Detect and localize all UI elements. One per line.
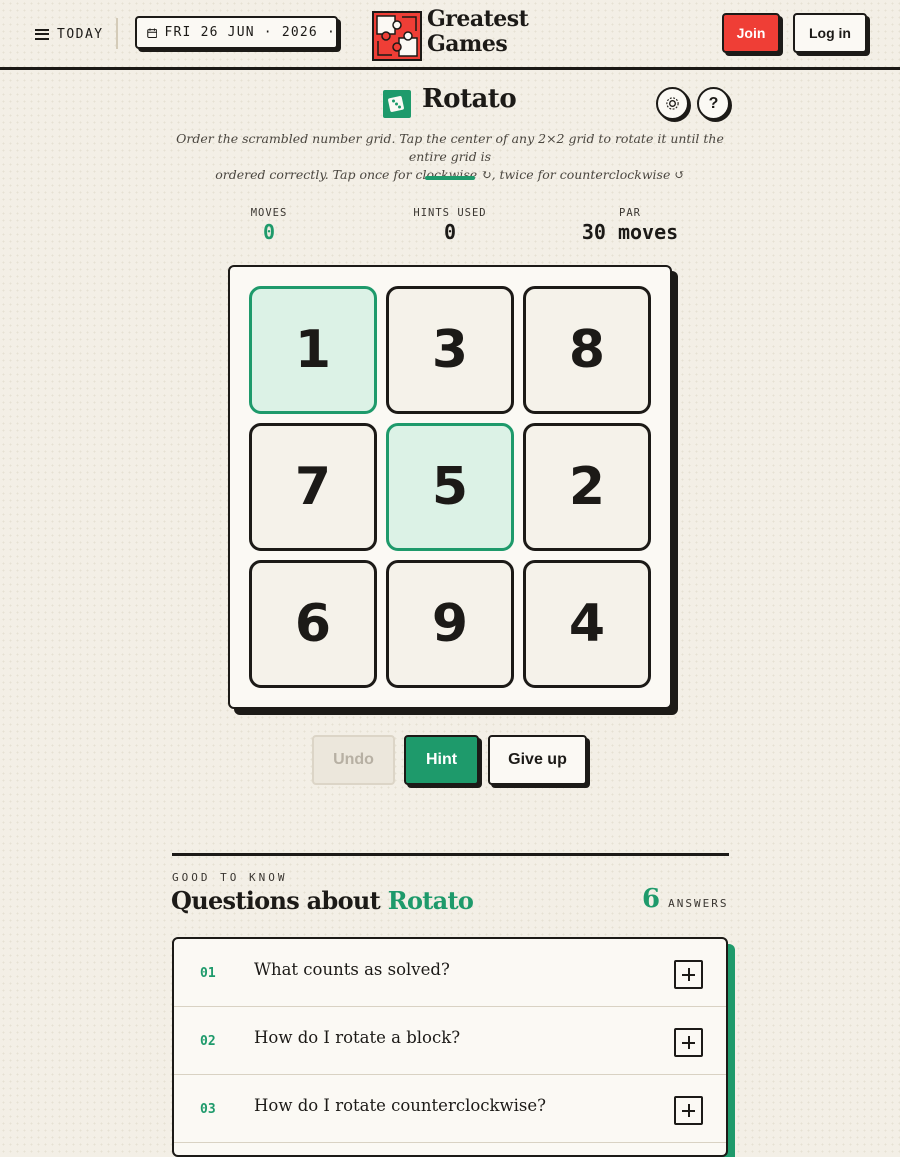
answer-count-number: 6: [642, 884, 661, 914]
settings-button[interactable]: [656, 87, 689, 120]
tile[interactable]: 4: [523, 560, 651, 688]
faq-heading: Questions about Rotato: [171, 886, 474, 915]
moves-label: MOVES: [250, 207, 288, 219]
faq-item-number: 01: [200, 966, 216, 981]
hints-stat: HINTS USED 0: [400, 207, 500, 244]
login-button[interactable]: Log in: [793, 13, 867, 53]
calendar-icon: [147, 28, 158, 38]
hints-value: 0: [443, 220, 457, 244]
hint-button[interactable]: Hint: [404, 735, 479, 785]
undo-button[interactable]: Undo: [312, 735, 395, 785]
faq-item-question: How do I rotate a block?: [254, 1028, 461, 1047]
faq-item-number: 03: [200, 1102, 216, 1117]
faq-answer-count: 6 ANSWERS: [642, 884, 728, 914]
menu-button[interactable]: TODAY: [35, 24, 104, 44]
date-label: FRI 26 JUN · 2026 ·: [164, 25, 336, 40]
faq-list: 01 What counts as solved? 02 How do I ro…: [172, 937, 728, 1157]
par-value: 30 moves: [581, 220, 679, 244]
par-label: PAR: [619, 207, 641, 219]
puzzle-board: 1 3 8 7 5 2 6 9 4: [228, 265, 672, 709]
logo-wordmark: Greatest Games: [427, 6, 529, 57]
menu-label: TODAY: [57, 26, 104, 42]
hamburger-icon: [35, 28, 49, 40]
top-bar: TODAY FRI 26 JUN · 2026 · Greatest Games: [0, 0, 900, 70]
faq-divider: [172, 853, 729, 856]
faq-item[interactable]: 01 What counts as solved?: [174, 939, 726, 1007]
tile[interactable]: 2: [523, 423, 651, 551]
tile[interactable]: 1: [249, 286, 377, 414]
answer-count-label: ANSWERS: [668, 897, 729, 910]
moves-stat: MOVES 0: [239, 207, 299, 244]
tile[interactable]: 8: [523, 286, 651, 414]
expand-plus-icon[interactable]: [674, 960, 703, 989]
faq-item-question: How do I rotate counterclockwise?: [254, 1096, 547, 1115]
faq-item-number: 02: [200, 1034, 216, 1049]
date-picker-button[interactable]: FRI 26 JUN · 2026 ·: [135, 16, 338, 49]
par-stat: PAR 30 moves: [570, 207, 690, 244]
title-accent-bar: [425, 176, 475, 180]
tile[interactable]: 9: [386, 560, 514, 688]
join-button[interactable]: Join: [722, 13, 780, 53]
expand-plus-icon[interactable]: [674, 1028, 703, 1057]
header-divider: [116, 18, 118, 49]
give-up-button[interactable]: Give up: [488, 735, 587, 785]
hints-label: HINTS USED: [413, 207, 487, 219]
faq-item[interactable]: 02 How do I rotate a block?: [174, 1007, 726, 1075]
faq-kicker: GOOD TO KNOW: [172, 871, 288, 884]
gear-icon: [666, 97, 679, 110]
greatest-games-logo[interactable]: Greatest Games: [372, 6, 532, 61]
puzzle-logo-icon: [372, 11, 422, 61]
tile[interactable]: 6: [249, 560, 377, 688]
tile[interactable]: 5: [386, 423, 514, 551]
moves-value: 0: [262, 220, 276, 244]
faq-item[interactable]: 03 How do I rotate counterclockwise?: [174, 1075, 726, 1143]
expand-plus-icon[interactable]: [674, 1096, 703, 1125]
help-button[interactable]: ?: [697, 87, 730, 120]
game-title: Rotato: [422, 84, 517, 114]
tile[interactable]: 7: [249, 423, 377, 551]
dice-game-icon: [383, 90, 411, 118]
tile[interactable]: 3: [386, 286, 514, 414]
faq-item-question: What counts as solved?: [254, 960, 450, 979]
